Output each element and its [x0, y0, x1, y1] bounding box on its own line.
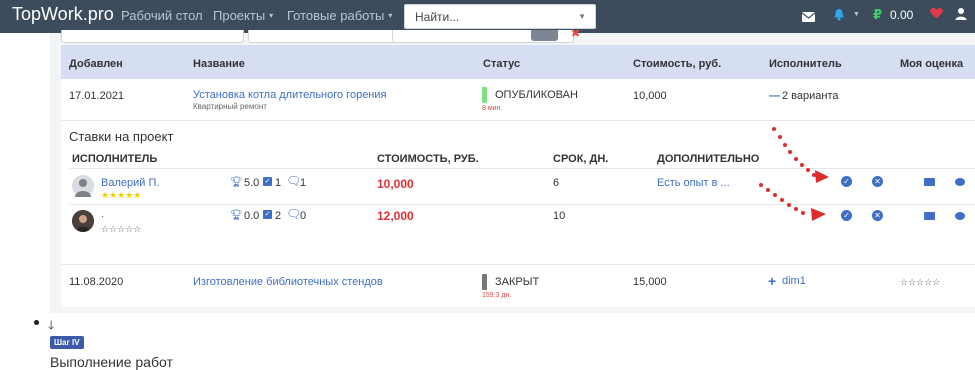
chevron-down-icon: ▾ [388, 11, 393, 20]
chevron-down-icon: ▾ [269, 11, 274, 20]
column-added[interactable]: Добавлен [69, 58, 123, 70]
balance-value[interactable]: 0.00 [890, 8, 913, 22]
bidder-done: 2 [275, 210, 282, 222]
row-cost: 15,000 [633, 276, 667, 288]
step-badge: Шаг IV [50, 336, 84, 349]
accept-bid-icon[interactable]: ✓ [841, 176, 852, 187]
row-date: 17.01.2021 [69, 90, 125, 102]
trophy-icon: 🏆︎ [230, 177, 243, 188]
executor-link[interactable]: dim1 [782, 275, 806, 287]
message-icon[interactable] [924, 212, 935, 220]
reject-bid-icon[interactable]: ✕ [872, 176, 883, 187]
nav-item-projects[interactable]: Проекты ▾ [213, 8, 273, 23]
bid-days: 6 [553, 177, 560, 189]
minus-icon[interactable]: — [769, 90, 780, 102]
plus-icon[interactable]: + [768, 273, 776, 289]
filter-button[interactable] [531, 30, 558, 41]
user-icon[interactable] [955, 7, 967, 23]
bid-cost: 12,000 [377, 209, 414, 223]
bidder-name-link[interactable]: Валерий П. [101, 177, 159, 189]
bids-title: Ставки на проект [69, 129, 174, 144]
column-status[interactable]: Статус [483, 58, 520, 70]
bidder-rating: 5.0 [244, 177, 260, 189]
my-rating-stars[interactable]: ☆☆☆☆☆ [900, 277, 940, 288]
brand-logo[interactable]: TopWork.pro [12, 4, 114, 25]
bid-cost: 10,000 [377, 177, 414, 191]
comment-icon: 🗨︎ [286, 207, 302, 221]
trophy-icon: 🏆︎ [230, 210, 243, 221]
bidder-rating: 0.0 [244, 210, 260, 222]
divider [69, 168, 975, 169]
row-cost: 10,000 [633, 90, 667, 102]
message-icon[interactable] [924, 178, 935, 186]
nav-item-desktop[interactable]: Рабочий стол [121, 8, 203, 23]
arrow-down-icon: 🡓 [48, 318, 55, 332]
table-row: 11.08.2020 Изготовление библиотечных сте… [61, 265, 975, 307]
status-indicator [482, 87, 487, 103]
table-row: 17.01.2021 Установка котла длительного г… [61, 79, 975, 121]
executor-variants[interactable]: 2 варианта [782, 90, 839, 102]
bid-extra-link[interactable]: Есть опыт в ... [657, 177, 730, 189]
step-title: Выполнение работ [50, 354, 173, 370]
nav-item-ready-works[interactable]: Готовые работы ▾ [287, 8, 392, 23]
ruble-icon: ₽ [873, 7, 883, 22]
column-title[interactable]: Название [193, 58, 245, 70]
bids-column-extra: ДОПОЛНИТЕЛЬНО [657, 153, 760, 165]
bidder-comments: 0 [300, 210, 307, 222]
bidder-name-link[interactable]: . [101, 208, 104, 220]
clear-filter-icon[interactable]: ✖ [571, 27, 580, 40]
chat-icon[interactable] [955, 178, 965, 186]
chat-icon[interactable] [955, 212, 965, 220]
column-my-rating[interactable]: Моя оценка [900, 58, 963, 70]
chevron-down-icon[interactable]: ▼ [853, 11, 860, 18]
comment-icon: 🗨︎ [286, 174, 302, 188]
mail-icon[interactable] [801, 10, 816, 25]
bell-icon[interactable] [833, 8, 845, 24]
check-square-icon: ✓ [263, 177, 272, 186]
reject-bid-icon[interactable]: ✕ [872, 210, 883, 221]
check-square-icon: ✓ [263, 210, 272, 219]
bids-column-cost: СТОИМОСТЬ, РУБ. [377, 153, 479, 165]
top-navbar: TopWork.pro Рабочий стол Проекты ▾ Готовы… [0, 0, 975, 33]
bid-days: 10 [553, 210, 566, 222]
filter-row: ✖ [50, 28, 975, 45]
column-cost[interactable]: Стоимость, руб. [633, 58, 721, 70]
bidder-done: 1 [275, 177, 282, 189]
status-label: ОПУБЛИКОВАН [495, 89, 578, 101]
table-header: Добавлен Название Статус Стоимость, руб.… [61, 45, 975, 79]
project-title-link[interactable]: Установка котла длительного горения [193, 89, 386, 101]
row-date: 11.08.2020 [69, 276, 124, 288]
status-time: 159.3 дн. [482, 292, 512, 299]
column-executor[interactable]: Исполнитель [769, 58, 842, 70]
avatar[interactable] [72, 210, 94, 232]
bids-column-executor: ИСПОЛНИТЕЛЬ [72, 153, 158, 165]
list-bullet [34, 320, 39, 325]
project-category: Квартирный ремонт [193, 102, 267, 111]
divider [69, 204, 975, 205]
search-input[interactable]: Найти... ▼ [404, 4, 596, 29]
chevron-down-icon: ▼ [578, 12, 586, 21]
project-title-link[interactable]: Изготовление библиотечных стендов [193, 276, 383, 288]
bidder-stars: ★★★★★ [101, 190, 142, 200]
bids-column-days: СРОК, ДН. [553, 153, 609, 165]
status-label: ЗАКРЫТ [495, 276, 540, 288]
avatar[interactable] [72, 175, 94, 197]
status-time: 8 мин. [482, 105, 503, 112]
filter-field[interactable] [61, 30, 244, 43]
bids-section: Ставки на проект ИСПОЛНИТЕЛЬ СТОИМОСТЬ, … [61, 121, 975, 265]
status-indicator [482, 274, 487, 290]
bidder-comments: 1 [300, 177, 307, 189]
search-placeholder: Найти... [415, 10, 460, 24]
accept-bid-icon[interactable]: ✓ [841, 210, 852, 221]
bidder-stars: ☆☆☆☆☆ [101, 224, 142, 234]
heart-icon[interactable] [930, 7, 943, 22]
